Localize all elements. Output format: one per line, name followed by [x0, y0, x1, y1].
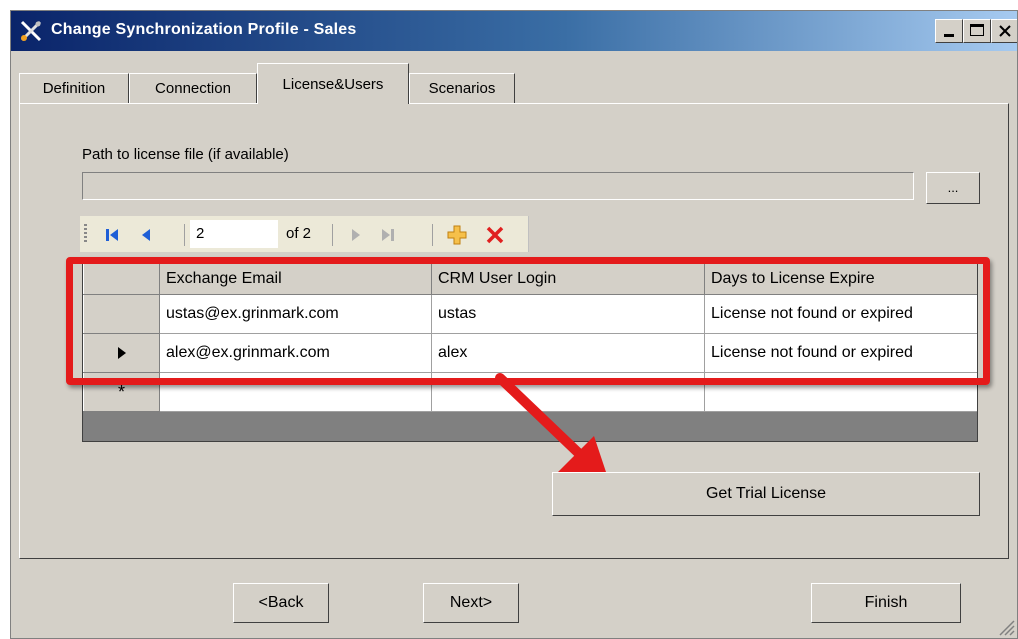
grid-header-row: Exchange Email CRM User Login Days to Li…: [83, 263, 977, 295]
window-title: Change Synchronization Profile - Sales: [51, 21, 357, 38]
minimize-button[interactable]: [935, 19, 963, 43]
title-bar[interactable]: Change Synchronization Profile - Sales: [11, 11, 1017, 51]
first-record-icon: [106, 229, 118, 241]
delete-record-icon: [486, 226, 504, 244]
license-users-panel: Path to license file (if available) ... …: [19, 103, 1009, 559]
get-trial-license-button[interactable]: Get Trial License: [552, 472, 980, 516]
cell-exchange-email[interactable]: [159, 372, 432, 412]
delete-record-button[interactable]: [480, 224, 510, 246]
users-grid: Exchange Email CRM User Login Days to Li…: [82, 262, 978, 442]
row-header-current[interactable]: [83, 333, 160, 373]
next-record-icon: [352, 229, 360, 241]
resize-grip-icon[interactable]: [997, 618, 1015, 636]
tab-license-users[interactable]: License&Users: [257, 63, 409, 104]
new-row[interactable]: *: [83, 372, 977, 412]
add-record-button[interactable]: [442, 224, 472, 246]
cell-crm-user-login[interactable]: [431, 372, 705, 412]
toolbar-grip[interactable]: [84, 224, 87, 244]
row-header[interactable]: [83, 294, 160, 334]
new-row-marker[interactable]: *: [83, 372, 160, 412]
cell-exchange-email[interactable]: alex@ex.grinmark.com: [159, 333, 432, 373]
record-count-label: of 2: [286, 225, 312, 242]
record-navigator: 2 of 2: [80, 216, 529, 252]
cell-exchange-email[interactable]: ustas@ex.grinmark.com: [159, 294, 432, 334]
license-path-label: Path to license file (if available): [82, 146, 289, 163]
grid-corner: [83, 263, 160, 295]
first-record-button[interactable]: [98, 224, 126, 246]
cell-days-to-expire[interactable]: [704, 372, 977, 412]
tab-scenarios[interactable]: Scenarios: [409, 73, 515, 103]
sync-tools-icon: [20, 20, 42, 42]
last-record-icon: [382, 229, 394, 241]
minimize-icon: [944, 34, 954, 37]
tab-definition[interactable]: Definition: [19, 73, 129, 103]
column-header-crm-user-login[interactable]: CRM User Login: [431, 263, 705, 295]
cell-crm-user-login[interactable]: alex: [431, 333, 705, 373]
next-record-button[interactable]: [342, 224, 370, 246]
current-row-indicator-icon: [117, 346, 126, 359]
toolbar-separator: [332, 224, 333, 246]
column-header-exchange-email[interactable]: Exchange Email: [159, 263, 432, 295]
cell-crm-user-login[interactable]: ustas: [431, 294, 705, 334]
toolbar-separator: [184, 224, 185, 246]
back-button[interactable]: <Back: [233, 583, 329, 623]
current-position-input[interactable]: 2: [190, 220, 278, 248]
table-row[interactable]: ustas@ex.grinmark.com ustas License not …: [83, 294, 977, 334]
previous-record-icon: [142, 229, 150, 241]
dialog-window: Change Synchronization Profile - Sales D…: [10, 10, 1018, 639]
previous-record-button[interactable]: [132, 224, 160, 246]
table-row[interactable]: alex@ex.grinmark.com alex License not fo…: [83, 333, 977, 373]
column-header-days-to-expire[interactable]: Days to License Expire: [704, 263, 977, 295]
maximize-button[interactable]: [963, 19, 991, 43]
browse-button[interactable]: ...: [926, 172, 980, 204]
toolbar-separator: [432, 224, 433, 246]
add-record-icon: [447, 225, 467, 245]
cell-days-to-expire[interactable]: License not found or expired: [704, 333, 977, 373]
finish-button[interactable]: Finish: [811, 583, 961, 623]
cell-days-to-expire[interactable]: License not found or expired: [704, 294, 977, 334]
tab-connection[interactable]: Connection: [129, 73, 257, 103]
last-record-button[interactable]: [374, 224, 402, 246]
maximize-icon: [970, 24, 984, 36]
users-table: Exchange Email CRM User Login Days to Li…: [83, 263, 977, 412]
close-icon: [999, 25, 1011, 37]
next-button[interactable]: Next>: [423, 583, 519, 623]
close-button[interactable]: [991, 19, 1017, 43]
license-path-input[interactable]: [82, 172, 914, 200]
